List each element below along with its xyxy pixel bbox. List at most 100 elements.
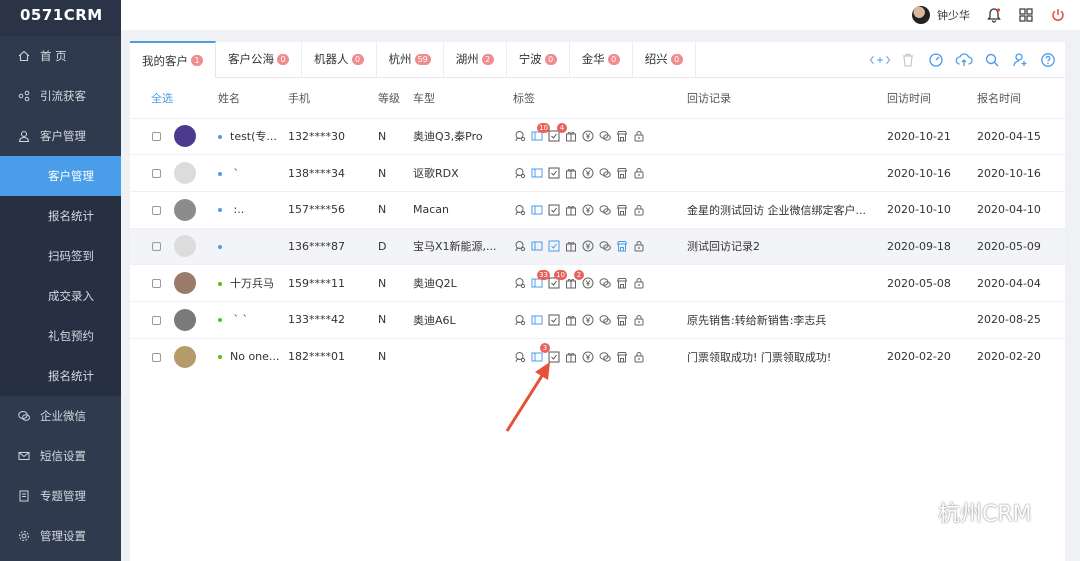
card-icon[interactable] [530, 167, 543, 180]
store-icon[interactable] [615, 313, 628, 326]
lock-person-icon[interactable] [632, 350, 645, 363]
sidebar-subitem-4[interactable]: 礼包预约 [0, 316, 121, 356]
person-search-icon[interactable] [513, 277, 526, 290]
sidebar-item-6[interactable]: 管理设置 [0, 516, 121, 556]
tab-5[interactable]: 宁波 0 [507, 41, 570, 77]
card-icon[interactable]: 33 [530, 269, 550, 290]
table-row[interactable]: ` 138****34 N 讴歌RDX 2020-10-16 2020-10-1… [130, 154, 1065, 192]
checkbox-icon[interactable] [547, 167, 560, 180]
row-checkbox[interactable] [152, 242, 161, 252]
tab-3[interactable]: 杭州 59 [377, 41, 444, 77]
customer-name[interactable]: 十万兵马 [230, 277, 274, 290]
tab-4[interactable]: 湖州 2 [444, 41, 507, 77]
power-icon[interactable] [1048, 5, 1068, 25]
store-icon[interactable] [615, 350, 628, 363]
avatar[interactable] [174, 198, 196, 221]
row-checkbox[interactable] [152, 315, 161, 325]
gift-icon[interactable] [564, 203, 577, 216]
sidebar-item-4[interactable]: 短信设置 [0, 436, 121, 476]
grid-icon[interactable] [1016, 5, 1036, 25]
customer-name[interactable]: No one... [230, 350, 279, 363]
tab-1[interactable]: 客户公海 0 [216, 41, 302, 77]
table-row[interactable]: test(专... 132****30 N 奥迪Q3,秦Pro 10 4 2020… [130, 117, 1065, 155]
yen-icon[interactable] [581, 350, 594, 363]
gift-icon[interactable] [564, 130, 577, 143]
yen-icon[interactable] [581, 167, 594, 180]
app-logo[interactable]: 0571CRM [0, 0, 121, 36]
customer-name[interactable]: :.. [230, 203, 244, 216]
store-icon[interactable] [615, 203, 628, 216]
avatar[interactable] [174, 345, 196, 368]
sidebar-subitem-0[interactable]: 客户管理 [0, 156, 121, 196]
sidebar-subitem-3[interactable]: 成交录入 [0, 276, 121, 316]
tab-2[interactable]: 机器人 0 [302, 41, 377, 77]
checkbox-icon[interactable]: 10 [547, 269, 567, 290]
store-icon[interactable] [615, 167, 628, 180]
sidebar-subitem-5[interactable]: 报名统计 [0, 356, 121, 396]
sidebar-item-5[interactable]: 专题管理 [0, 476, 121, 516]
help-icon[interactable] [1037, 50, 1059, 70]
tab-6[interactable]: 金华 0 [570, 41, 633, 77]
sidebar-subitem-1[interactable]: 报名统计 [0, 196, 121, 236]
refresh-icon[interactable] [925, 50, 947, 70]
row-checkbox[interactable] [152, 132, 161, 142]
tab-7[interactable]: 绍兴 0 [633, 41, 696, 77]
yen-icon[interactable] [581, 130, 594, 143]
wechat-chat-icon[interactable] [598, 167, 611, 180]
add-user-icon[interactable] [1009, 50, 1031, 70]
person-search-icon[interactable] [513, 203, 526, 216]
row-checkbox[interactable] [152, 352, 161, 362]
row-checkbox[interactable] [152, 279, 161, 289]
select-all-link[interactable]: 全选 [130, 78, 218, 118]
person-search-icon[interactable] [513, 167, 526, 180]
store-icon[interactable] [615, 130, 628, 143]
checkbox-icon[interactable] [547, 203, 560, 216]
wechat-chat-icon[interactable] [598, 130, 611, 143]
avatar[interactable] [174, 235, 196, 258]
yen-icon[interactable] [581, 203, 594, 216]
yen-icon[interactable] [581, 313, 594, 326]
expand-icon[interactable] [869, 50, 891, 70]
person-search-icon[interactable] [513, 313, 526, 326]
gift-icon[interactable] [564, 240, 577, 253]
table-row[interactable]: No one... 182****01 N 3 门票领取成功! 门票领取成功! … [130, 337, 1065, 375]
store-icon[interactable] [615, 240, 628, 253]
wechat-chat-icon[interactable] [598, 350, 611, 363]
wechat-chat-icon[interactable] [598, 203, 611, 216]
row-checkbox[interactable] [152, 205, 161, 215]
search-icon[interactable] [981, 50, 1003, 70]
wechat-chat-icon[interactable] [598, 240, 611, 253]
row-checkbox[interactable] [152, 169, 161, 179]
wechat-chat-icon[interactable] [598, 277, 611, 290]
bell-icon[interactable] [984, 5, 1004, 25]
card-icon[interactable] [530, 313, 543, 326]
gift-icon[interactable]: 2 [564, 269, 584, 290]
card-icon[interactable]: 10 [530, 122, 550, 143]
sidebar-item-3[interactable]: 企业微信 [0, 396, 121, 436]
lock-person-icon[interactable] [632, 203, 645, 216]
checkbox-icon[interactable] [547, 240, 560, 253]
person-search-icon[interactable] [513, 130, 526, 143]
lock-person-icon[interactable] [632, 240, 645, 253]
yen-icon[interactable] [581, 240, 594, 253]
username[interactable]: 钟少华 [937, 7, 970, 23]
gift-icon[interactable] [564, 167, 577, 180]
table-row[interactable]: ` ` 133****42 N 奥迪A6L 原先销售:转给新销售:李志兵 202… [130, 300, 1065, 339]
lock-person-icon[interactable] [632, 130, 645, 143]
customer-name[interactable]: test(专... [230, 130, 277, 143]
person-search-icon[interactable] [513, 240, 526, 253]
checkbox-icon[interactable] [547, 313, 560, 326]
customer-name[interactable]: ` [230, 167, 239, 180]
sidebar-item-2[interactable]: 客户管理 [0, 116, 121, 156]
table-row[interactable]: 136****87 D 宝马X1新能源,... 测试回访记录2 2020-09-… [130, 227, 1065, 265]
checkbox-icon[interactable]: 4 [547, 122, 567, 143]
customer-name[interactable]: ` ` [230, 313, 248, 326]
card-icon[interactable] [530, 240, 543, 253]
sidebar-subitem-2[interactable]: 扫码签到 [0, 236, 121, 276]
lock-person-icon[interactable] [632, 277, 645, 290]
lock-person-icon[interactable] [632, 313, 645, 326]
yen-icon[interactable] [581, 277, 594, 290]
gift-icon[interactable] [564, 313, 577, 326]
tab-0[interactable]: 我的客户 1 [130, 41, 216, 78]
sidebar-item-1[interactable]: 引流获客 [0, 76, 121, 116]
